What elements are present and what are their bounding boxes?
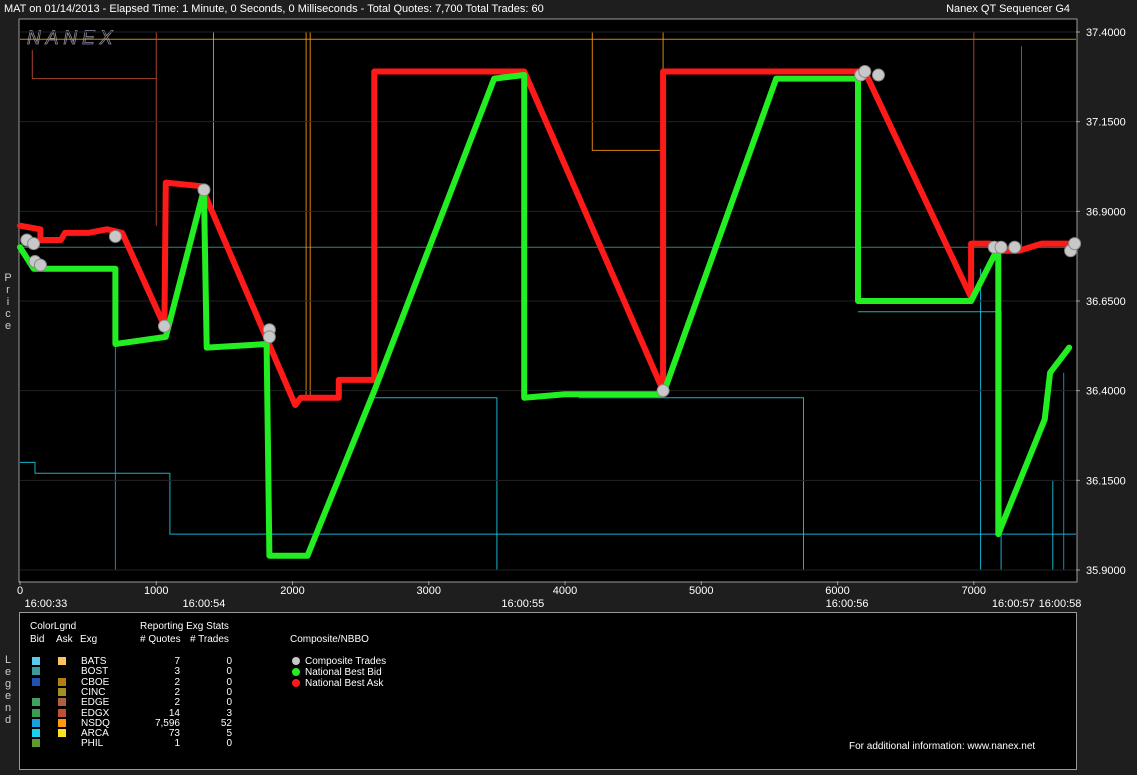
legend-side-label: Legend — [4, 654, 12, 726]
trade-point-6 — [197, 183, 211, 197]
y-tick-label-2: 36.4000 — [1086, 386, 1126, 398]
x-tick-label-1: 1000 — [144, 585, 168, 597]
quotes-header: # Quotes — [140, 634, 181, 645]
trade-point-9 — [656, 384, 670, 398]
trade-point-5 — [157, 319, 171, 333]
ask-swatch-cinc — [58, 687, 66, 696]
ask-swatch-edgx — [58, 708, 66, 717]
exg-quotes-phil: 1 — [174, 738, 180, 750]
ask-swatch-bats — [58, 657, 66, 665]
trades-header: # Trades — [190, 634, 229, 645]
ask-swatch-edge — [58, 698, 66, 707]
y-tick-label-6: 37.4000 — [1086, 27, 1126, 39]
x-tick-label-3: 3000 — [417, 585, 441, 597]
legend-panel: ColorLgnd Bid Ask Exg Reporting Exg Stat… — [19, 612, 1077, 770]
time-label-0: 16:00:33 — [24, 598, 67, 610]
trade-point-11 — [858, 64, 872, 78]
legend-dot-composite-trades — [292, 657, 300, 665]
bid-swatch-bost — [32, 667, 40, 676]
trade-point-8 — [262, 330, 276, 344]
trade-point-3 — [33, 258, 47, 272]
bid-swatch-cboe — [32, 677, 40, 686]
y-tick-label-4: 36.9000 — [1086, 206, 1126, 218]
time-label-5: 16:00:58 — [1039, 598, 1082, 610]
bid-swatch-arca — [32, 729, 40, 738]
time-label-3: 16:00:56 — [826, 598, 869, 610]
bid-swatch-nsdq — [32, 718, 40, 727]
time-label-2: 16:00:55 — [501, 598, 544, 610]
price-axis-label: Price — [4, 272, 12, 332]
bid-swatch-phil — [32, 739, 40, 748]
exg-header: Exg — [80, 634, 98, 645]
trade-point-15 — [1008, 240, 1022, 254]
footer-link-text: For additional information: www.nanex.ne… — [849, 741, 1036, 752]
ask-swatch-arca — [58, 729, 66, 738]
y-tick-label-3: 36.6500 — [1086, 296, 1126, 308]
watermark: NANEX — [27, 28, 117, 49]
x-tick-label-4: 4000 — [553, 585, 577, 597]
time-label-1: 16:00:54 — [183, 598, 226, 610]
trade-point-17 — [1068, 237, 1082, 251]
ask-swatch-cboe — [58, 677, 66, 686]
composite-header: Composite/NBBO — [290, 634, 369, 645]
bid-swatch-bats — [32, 657, 40, 665]
ask-swatch-nsdq — [58, 718, 66, 727]
legend-label-composite-trades: Composite Trades — [305, 656, 387, 667]
x-tick-label-6: 6000 — [825, 585, 849, 597]
bid-header: Bid — [30, 634, 45, 645]
exg-trades-phil: 0 — [226, 738, 232, 750]
y-tick-label-1: 36.1500 — [1086, 475, 1126, 487]
price-chart: NANEX 35.9000 36.1500 36.4000 36.6500 36.900… — [17, 18, 1126, 610]
x-tick-label-2: 2000 — [280, 585, 304, 597]
x-tick-label-7: 7000 — [962, 585, 986, 597]
legend-dot-national-best-bid — [292, 668, 300, 676]
legend-dot-national-best-ask — [292, 679, 300, 687]
trade-point-14 — [994, 240, 1008, 254]
bid-swatch-edgx — [32, 708, 40, 717]
y-tick-label-0: 35.9000 — [1086, 565, 1126, 577]
exg-name-phil: PHIL — [81, 738, 104, 750]
legend-label-national-best-ask: National Best Ask — [305, 678, 384, 689]
legend-label-national-best-bid: National Best Bid — [305, 667, 382, 678]
color-legend-header: ColorLgnd — [30, 621, 77, 632]
y-tick-label-5: 37.1500 — [1086, 117, 1126, 129]
bid-swatch-edge — [32, 698, 40, 707]
y-axis: 35.9000 36.1500 36.4000 36.6500 36.9000 37.15… — [1076, 27, 1126, 577]
trade-point-12 — [871, 68, 885, 82]
x-axis: 0 1000 2000 3000 4000 5000 6000 7000 16:00:33 16:… — [17, 581, 1081, 610]
ask-header: Ask — [56, 634, 73, 645]
trade-point-1 — [27, 237, 41, 251]
x-tick-label-5: 5000 — [689, 585, 713, 597]
time-label-4: 16:00:57 — [992, 598, 1035, 610]
x-tick-label-0: 0 — [17, 585, 23, 597]
trade-point-4 — [108, 229, 122, 243]
stats-header: Reporting Exg Stats — [140, 621, 229, 632]
